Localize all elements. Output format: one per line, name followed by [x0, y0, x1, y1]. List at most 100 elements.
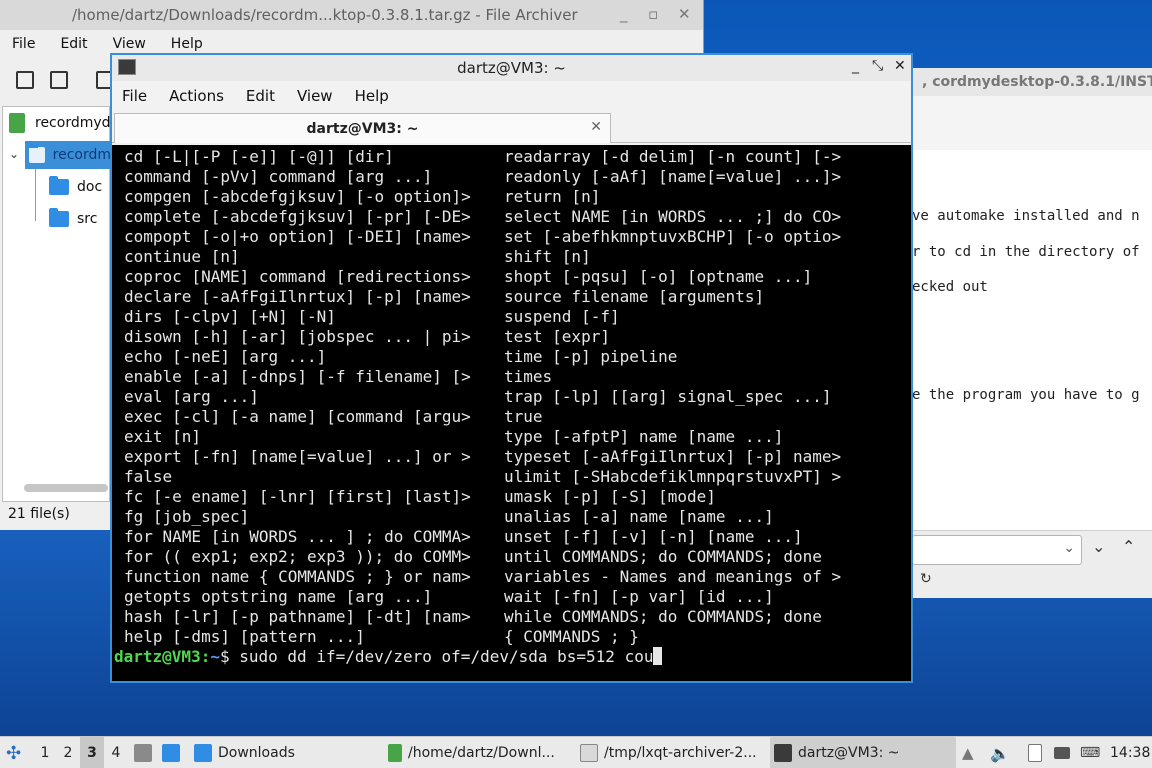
task-label: /home/dartz/Downl...: [408, 745, 555, 761]
help-entry: compgen [-abcdefgjksuv] [-o option]>: [124, 187, 471, 206]
desktop-switcher: 1 2 3 4: [34, 737, 128, 768]
tree-item-src-label: src: [77, 211, 98, 227]
status-file-count: 21 file(s): [8, 506, 70, 522]
command-input[interactable]: sudo dd if=/dev/zero of=/dev/sda bs=512 …: [239, 647, 653, 666]
tree-item-root[interactable]: recordmyd: [9, 109, 111, 137]
help-entry: help [-dms] [pattern ...]: [124, 627, 365, 646]
open-archive-icon[interactable]: [50, 71, 68, 89]
terminal-menu-view[interactable]: View: [297, 87, 333, 105]
find-previous-icon[interactable]: ⌃: [1122, 537, 1135, 556]
archiver-title: /home/dartz/Downloads/recordm...ktop-0.3…: [72, 6, 578, 24]
clipboard-icon[interactable]: [1028, 737, 1048, 768]
clock[interactable]: 14:38: [1110, 737, 1150, 768]
terminal-window: dartz@VM3: ~ _ ⤡ ✕ File Actions Edit Vie…: [110, 53, 913, 683]
new-archive-icon[interactable]: [16, 71, 34, 89]
app-menu-icon[interactable]: ✣: [6, 737, 21, 768]
prompt-path: ~: [210, 647, 220, 666]
terminal-app-icon: [118, 59, 136, 75]
help-entry: declare [-aAfFgiIlnrtux] [-p] [name>: [124, 287, 471, 306]
help-entry: shopt [-pqsu] [-o] [optname ...]: [504, 267, 813, 286]
network-icon[interactable]: [1054, 737, 1076, 768]
archiver-menu-edit[interactable]: Edit: [60, 36, 87, 52]
help-entry: readonly [-aAf] [name[=value] ...]>: [504, 167, 842, 186]
text-viewer-toolbar: [912, 96, 1152, 150]
maximize-icon[interactable]: ▫: [648, 5, 658, 23]
quicklaunch-files-icon[interactable]: [134, 737, 158, 768]
help-entry: getopts optstring name [arg ...]: [124, 587, 433, 606]
tree-item-src[interactable]: src: [49, 205, 97, 233]
refresh-icon[interactable]: ↻: [920, 571, 932, 587]
help-entry: type [-afptP] name [name ...]: [504, 427, 784, 446]
command-prompt[interactable]: dartz@VM3:~$ sudo dd if=/dev/zero of=/de…: [114, 647, 663, 667]
archiver-menu-file[interactable]: File: [12, 36, 35, 52]
terminal-title: dartz@VM3: ~: [457, 59, 566, 77]
help-entry: test [expr]: [504, 327, 610, 346]
task-text-editor[interactable]: /tmp/lxqt-archiver-2...: [580, 737, 766, 768]
help-entry: ulimit [-SHabcdefiklmnpqrstuvxPT] >: [504, 467, 842, 486]
volume-icon[interactable]: 🔈: [990, 737, 1010, 768]
terminal-output[interactable]: cd [-L|[-P [-e]] [-@]] [dir] command [-pV…: [112, 145, 911, 681]
desktop-2[interactable]: 2: [56, 745, 80, 761]
task-label: Downloads: [218, 745, 295, 761]
help-entry: compopt [-o|+o option] [-DEI] [name>: [124, 227, 471, 246]
text-viewer-window: , cordmydesktop-0.3.8.1/INST ve automake…: [912, 68, 1152, 598]
archive-icon: [9, 113, 25, 133]
help-entry: for (( exp1; exp2; exp3 )); do COMM>: [124, 547, 471, 566]
help-right-column: readarray [-d delim] [-n count] [-> reado…: [504, 147, 841, 647]
help-entry: export [-fn] [name[=value] ...] or >: [124, 447, 471, 466]
desktop-1[interactable]: 1: [34, 745, 56, 761]
terminal-tab[interactable]: dartz@VM3: ~ ✕: [114, 113, 611, 143]
prompt-user: dartz@VM3: [114, 647, 201, 666]
horizontal-scrollbar[interactable]: [24, 484, 108, 492]
minimize-icon[interactable]: _: [620, 5, 628, 23]
help-entry: while COMMANDS; do COMMANDS; done: [504, 607, 822, 626]
tray-updates-icon[interactable]: ▲: [962, 737, 974, 768]
task-terminal[interactable]: dartz@VM3: ~: [770, 737, 956, 768]
help-entry: until COMMANDS; do COMMANDS; done: [504, 547, 822, 566]
help-entry: fg [job_spec]: [124, 507, 250, 526]
task-archiver[interactable]: /home/dartz/Downl...: [388, 737, 574, 768]
help-entry: echo [-neE] [arg ...]: [124, 347, 327, 366]
close-icon[interactable]: ✕: [894, 58, 906, 74]
tree-item-selected[interactable]: recordm: [25, 141, 111, 169]
desktop-3[interactable]: 3: [80, 737, 104, 768]
find-bar: ⌄ ⌄ ⌃ ↻: [912, 530, 1152, 598]
close-tab-icon[interactable]: ✕: [590, 119, 602, 135]
find-next-icon[interactable]: ⌄: [1092, 537, 1105, 556]
restore-icon[interactable]: ⤡: [872, 58, 883, 74]
help-entry: fc [-e ename] [-lnr] [first] [last]>: [124, 487, 471, 506]
close-icon[interactable]: ✕: [678, 5, 691, 23]
help-entry: typeset [-aAfFgiIlnrtux] [-p] name>: [504, 447, 842, 466]
help-entry: cd [-L|[-P [-e]] [-@]] [dir]: [124, 147, 394, 166]
show-desktop-icon[interactable]: [162, 737, 186, 768]
help-entry: variables - Names and meanings of >: [504, 567, 842, 586]
text-line: ve automake installed and n: [912, 208, 1140, 224]
terminal-titlebar[interactable]: dartz@VM3: ~ _ ⤡ ✕: [112, 55, 911, 81]
help-entry: wait [-fn] [-p var] [id ...]: [504, 587, 774, 606]
find-input[interactable]: ⌄: [912, 535, 1082, 565]
prompt-symbol: $: [219, 647, 240, 666]
keyboard-layout-icon[interactable]: ⌨: [1080, 737, 1100, 768]
help-entry: disown [-h] [-ar] [jobspec ... | pi>: [124, 327, 471, 346]
tree-item-doc[interactable]: doc: [49, 173, 102, 201]
terminal-menu-file[interactable]: File: [122, 87, 147, 105]
help-entry: suspend [-f]: [504, 307, 620, 326]
terminal-menu-edit[interactable]: Edit: [246, 87, 275, 105]
help-entry: for NAME [in WORDS ... ] ; do COMMA>: [124, 527, 471, 546]
minimize-icon[interactable]: _: [852, 58, 859, 74]
terminal-menu-actions[interactable]: Actions: [169, 87, 224, 105]
archiver-menu-help[interactable]: Help: [171, 36, 203, 52]
tree-item-doc-label: doc: [77, 179, 103, 195]
dropdown-chevron-icon[interactable]: ⌄: [1063, 540, 1075, 556]
terminal-menu-help[interactable]: Help: [355, 87, 389, 105]
task-downloads[interactable]: Downloads: [194, 737, 380, 768]
help-entry: hash [-lr] [-p pathname] [-dt] [nam>: [124, 607, 471, 626]
expand-chevron-icon[interactable]: ⌄: [9, 147, 19, 161]
archiver-menu-view[interactable]: View: [113, 36, 146, 52]
folder-open-icon: [29, 144, 45, 163]
help-entry: shift [n]: [504, 247, 591, 266]
text-viewer-title[interactable]: , cordmydesktop-0.3.8.1/INST: [912, 68, 1152, 96]
prompt-separator: :: [200, 647, 211, 666]
desktop-4[interactable]: 4: [104, 745, 128, 761]
archiver-titlebar[interactable]: /home/dartz/Downloads/recordm...ktop-0.3…: [0, 0, 703, 30]
